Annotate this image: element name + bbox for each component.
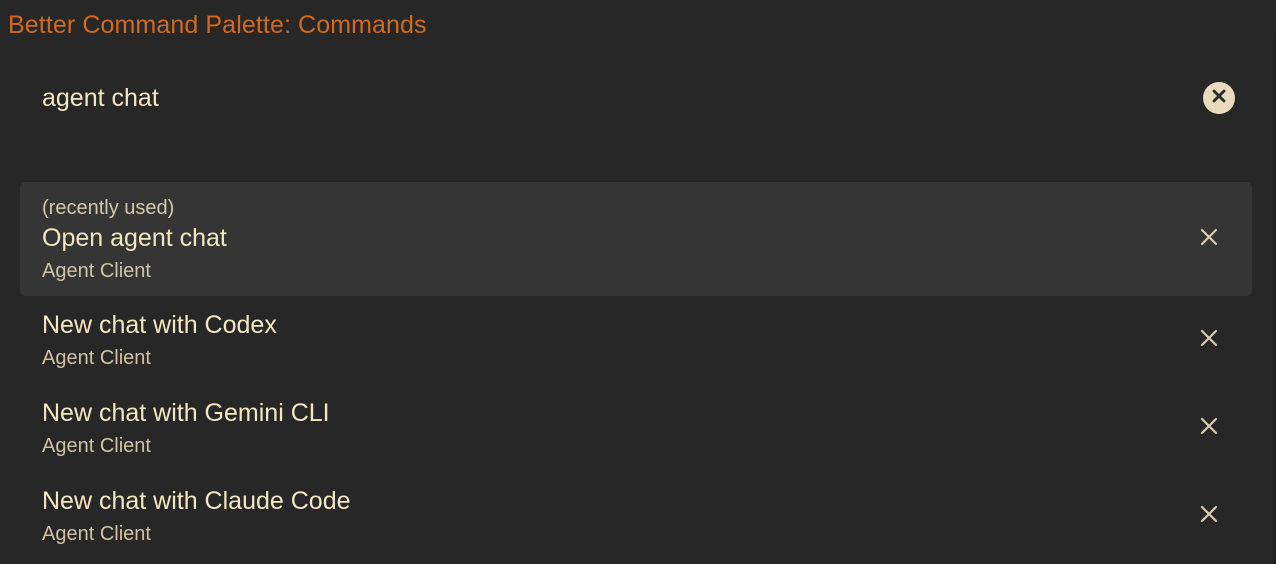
palette-title: Better Command Palette: Commands	[8, 11, 427, 39]
result-item-new-chat-claude[interactable]: New chat with Claude Code Agent Client	[20, 472, 1252, 552]
search-row	[0, 72, 1276, 124]
close-icon	[1199, 504, 1219, 529]
remove-result-button[interactable]	[1197, 227, 1221, 251]
result-item-open-agent-chat[interactable]: (recently used) Open agent chat Agent Cl…	[20, 182, 1252, 296]
search-input[interactable]	[42, 80, 1162, 116]
result-title: Open agent chat	[42, 224, 227, 252]
result-title: New chat with Codex	[42, 311, 277, 339]
remove-result-button[interactable]	[1197, 416, 1221, 440]
close-icon	[1199, 328, 1219, 353]
result-subtitle: Agent Client	[42, 435, 151, 457]
recently-used-note: (recently used)	[42, 197, 175, 219]
result-subtitle: Agent Client	[42, 347, 151, 369]
result-title: New chat with Gemini CLI	[42, 399, 330, 427]
clear-search-button[interactable]	[1203, 82, 1235, 114]
result-item-new-chat-codex[interactable]: New chat with Codex Agent Client	[20, 296, 1252, 384]
remove-result-button[interactable]	[1197, 504, 1221, 528]
results-list: (recently used) Open agent chat Agent Cl…	[20, 182, 1252, 552]
result-item-new-chat-gemini[interactable]: New chat with Gemini CLI Agent Client	[20, 384, 1252, 472]
result-subtitle: Agent Client	[42, 523, 151, 545]
remove-result-button[interactable]	[1197, 328, 1221, 352]
close-icon	[1199, 416, 1219, 441]
result-title: New chat with Claude Code	[42, 487, 351, 515]
close-icon	[1199, 227, 1219, 252]
command-palette: Better Command Palette: Commands (recent…	[0, 0, 1276, 564]
result-subtitle: Agent Client	[42, 260, 151, 282]
close-circle-icon	[1211, 88, 1227, 109]
